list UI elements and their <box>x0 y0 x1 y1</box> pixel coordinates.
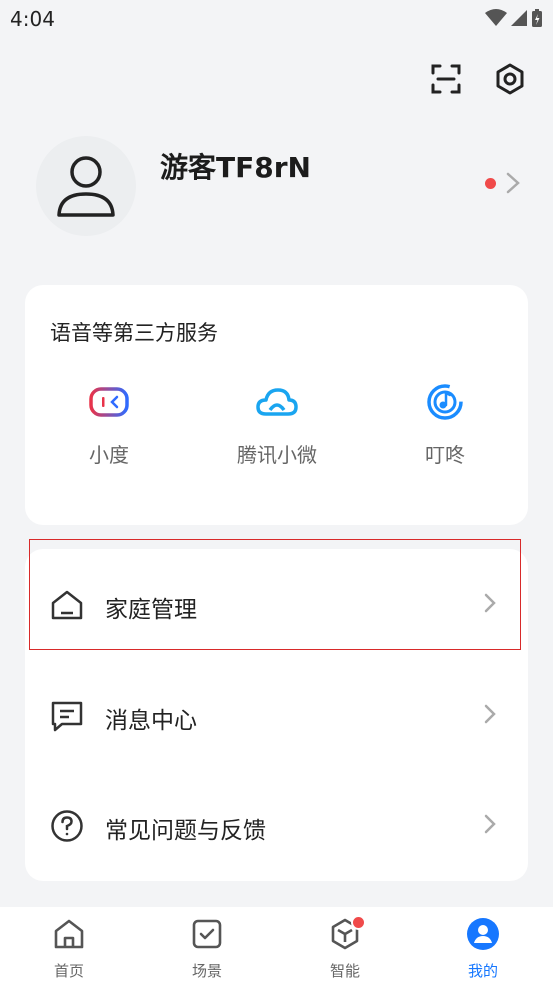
status-time: 4:04 <box>10 7 55 31</box>
service-tencent-xiaowei[interactable]: 腾讯小微 <box>193 377 361 468</box>
smart-notification-dot <box>351 915 366 930</box>
tab-label: 我的 <box>467 962 498 980</box>
menu-item-label: 家庭管理 <box>105 597 197 623</box>
signal-icon <box>511 10 527 26</box>
voice-services-list: 小度 腾讯小微 叮咚 <box>25 377 528 487</box>
dingdong-icon <box>427 384 463 420</box>
username[interactable]: 游客TF8rN <box>160 146 311 186</box>
voice-services-card: 语音等第三方服务 小度 腾讯小微 叮咚 <box>25 285 528 525</box>
home-icon <box>51 590 83 620</box>
status-bar: 4:04 <box>0 0 553 38</box>
profile-header[interactable]: 游客TF8rN <box>36 136 526 236</box>
tab-label: 首页 <box>53 962 84 980</box>
wifi-icon <box>485 9 507 26</box>
avatar[interactable] <box>36 136 136 236</box>
tencent-xiaowei-icon <box>256 388 298 416</box>
status-icons <box>485 8 543 28</box>
help-icon <box>51 810 83 842</box>
service-xiaodu[interactable]: 小度 <box>25 377 193 468</box>
service-label: 小度 <box>89 443 129 467</box>
menu-item-family-management[interactable]: 家庭管理 <box>25 549 528 659</box>
profile-arrow[interactable] <box>485 172 520 194</box>
profile-tab-icon <box>467 918 499 950</box>
chevron-right-icon <box>484 704 496 724</box>
menu-card: 家庭管理 消息中心 常见问题与反馈 <box>25 549 528 881</box>
tab-scene[interactable]: 场景 <box>138 907 276 984</box>
tab-home[interactable]: 首页 <box>0 907 138 984</box>
gear-icon <box>496 63 524 95</box>
chevron-right-icon <box>484 593 496 613</box>
chevron-right-icon <box>484 814 496 834</box>
service-label: 腾讯小微 <box>237 443 317 467</box>
tab-label: 场景 <box>191 962 222 980</box>
settings-button[interactable] <box>493 62 527 96</box>
menu-item-faq-feedback[interactable]: 常见问题与反馈 <box>25 770 528 880</box>
menu-item-message-center[interactable]: 消息中心 <box>25 660 528 770</box>
service-label: 叮咚 <box>425 443 465 467</box>
chevron-right-icon <box>506 172 520 194</box>
tab-smart[interactable]: 智能 <box>276 907 414 984</box>
tab-profile[interactable]: 我的 <box>414 907 552 984</box>
menu-item-label: 常见问题与反馈 <box>105 818 266 844</box>
battery-icon <box>532 9 542 27</box>
scene-icon <box>192 919 222 949</box>
message-icon <box>51 701 83 732</box>
service-dingdong[interactable]: 叮咚 <box>361 377 529 468</box>
user-icon <box>57 156 115 217</box>
tab-label: 智能 <box>329 962 360 980</box>
top-actions <box>429 62 527 96</box>
home-tab-icon <box>54 919 84 949</box>
voice-services-title: 语音等第三方服务 <box>50 321 218 345</box>
xiaodu-icon <box>89 387 129 417</box>
scan-icon <box>431 64 461 94</box>
scan-button[interactable] <box>429 62 463 96</box>
notification-dot <box>485 177 496 189</box>
menu-item-label: 消息中心 <box>105 708 197 734</box>
bottom-tab-bar: 首页 场景 智能 我的 <box>0 907 553 984</box>
